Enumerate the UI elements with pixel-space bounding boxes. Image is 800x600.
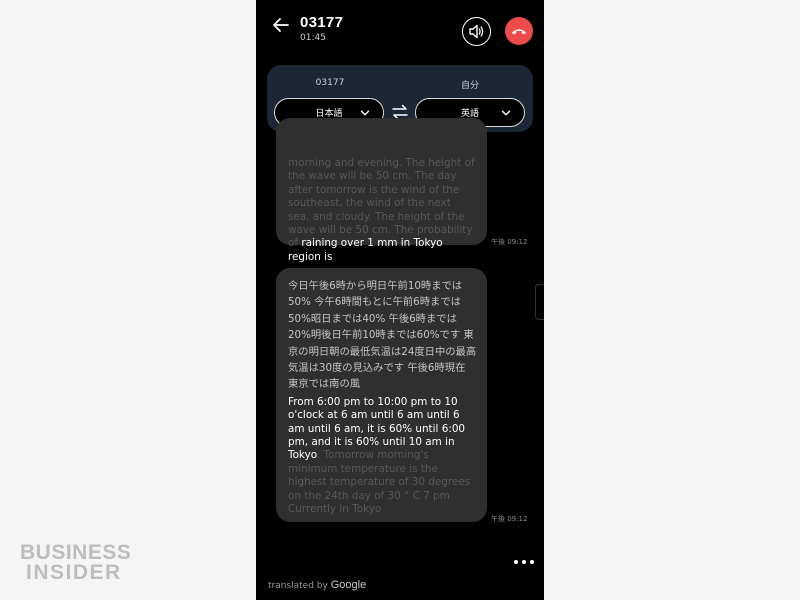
call-header: 03177 01:45 [256,0,544,62]
chevron-down-icon [501,110,511,116]
back-button[interactable] [270,14,292,36]
my-language-label: 自分 [460,81,479,91]
attribution-prefix: translated by [268,581,328,591]
call-duration: 01:45 [300,33,326,43]
more-dots-icon [530,560,534,564]
caller-language-label: 03177 [315,78,345,88]
message-text-faded: morning and evening. The height of the w… [288,157,475,250]
more-dots-icon [514,560,518,564]
message-bubble: 今日午後6時から明日午前10時までは50% 今午6時間もとに午前6時までは50%… [276,268,487,522]
translated-text: From 6:00 pm to 10:00 pm to 10 o'clock a… [288,396,477,517]
speaker-button[interactable] [462,17,491,46]
chevron-down-icon [360,110,370,116]
caller-id: 03177 [300,14,344,31]
arrow-left-icon [273,18,289,32]
watermark-line-2: INSIDER [26,561,122,584]
message-timestamp: 午後 09:12 [491,515,528,523]
message-text: morning and evening. The height of the w… [288,157,475,264]
original-japanese-text: 今日午後6時から明日午前10時までは50% 今午6時間もとに午前6時までは50%… [288,280,477,391]
message-text-current: raining over 1 mm in Tokyo region is [288,237,443,263]
more-dots-icon [522,560,526,564]
end-call-button[interactable] [505,17,533,45]
watermark-line-1: BUSINESS [20,541,132,564]
device-side-button [535,284,544,320]
message-bubble: morning and evening. The height of the w… [276,118,487,263]
phone-hangup-icon [512,29,526,35]
translation-attribution: translated by Google [268,579,366,591]
phone-screen: 03177 01:45 03177 自分 日本語 英語 morning and … [256,0,544,600]
more-options-button[interactable] [514,556,534,568]
google-brand: Google [330,579,367,591]
business-insider-watermark: BUSINESS INSIDER [20,541,132,584]
message-timestamp: 午後 09:12 [491,238,528,246]
speaker-icon [469,24,484,39]
